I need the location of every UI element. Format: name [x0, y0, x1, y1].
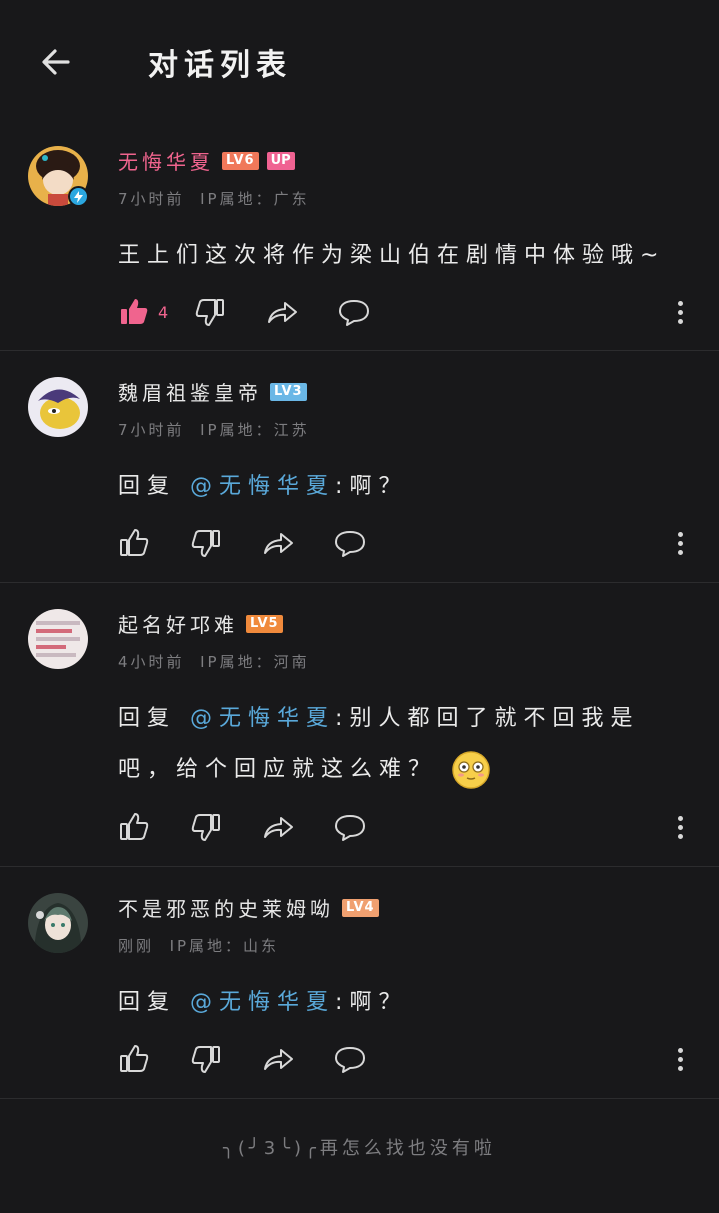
comment-content: 王上们这次将作为梁山伯在剧情中体验哦~: [118, 243, 666, 268]
comment-time: 7小时前: [118, 421, 185, 439]
comment-text: 回复 @无悔华夏:别人都回了就不回我是吧，给个回应就这么难？: [118, 693, 695, 795]
thumbs-up-filled-icon: [121, 299, 148, 324]
share-icon: [264, 1049, 293, 1070]
reply-button[interactable]: [336, 294, 372, 330]
share-icon: [264, 533, 293, 554]
comment-item: 起名好邛难 LV5 4小时前 IP属地：河南 回复 @无悔华夏:别人都回了就不回…: [0, 583, 719, 867]
ip-location: IP属地：山东: [169, 937, 280, 955]
dazed-face-emoji-icon: [452, 751, 490, 789]
comment-text: 回复 @无悔华夏:啊？: [118, 977, 689, 1028]
share-button[interactable]: [264, 294, 300, 330]
comment-time: 4小时前: [118, 653, 185, 671]
reply-prefix: 回复: [118, 474, 177, 499]
comment-bubble-icon: [335, 1047, 365, 1073]
comment-bubble-icon: [335, 815, 365, 841]
share-button[interactable]: [260, 1041, 296, 1077]
comment-content: :啊？: [335, 990, 408, 1015]
comment-time: 刚刚: [118, 937, 155, 955]
thumbs-down-icon: [191, 530, 220, 557]
level-badge: LV5: [246, 614, 283, 633]
mention-link[interactable]: @无悔华夏: [190, 706, 335, 731]
level-badge: LV6: [222, 151, 259, 170]
comment-time: 7小时前: [118, 190, 185, 208]
mention-link[interactable]: @无悔华夏: [190, 474, 335, 499]
reply-button[interactable]: [332, 809, 368, 845]
username[interactable]: 魏眉祖鉴皇帝: [118, 377, 262, 406]
comment-text: 王上们这次将作为梁山伯在剧情中体验哦~: [118, 230, 689, 281]
share-button[interactable]: [260, 525, 296, 561]
share-icon: [268, 302, 298, 323]
verified-badge-icon: [68, 186, 89, 207]
thumbs-down-icon: [195, 299, 225, 326]
avatar[interactable]: [28, 377, 88, 437]
reply-button[interactable]: [332, 525, 368, 561]
comment-item: 不是邪恶的史莱姆呦 LV4 刚刚 IP属地：山东 回复 @无悔华夏:啊？: [0, 867, 719, 1099]
ip-location: IP属地：河南: [200, 653, 310, 671]
arrow-left-icon: [42, 49, 70, 75]
reply-button[interactable]: [332, 1041, 368, 1077]
ip-location: IP属地：广东: [200, 190, 310, 208]
comment-bubble-icon: [339, 300, 370, 326]
back-button[interactable]: [30, 36, 82, 88]
username[interactable]: 不是邪恶的史莱姆呦: [118, 893, 334, 922]
comment-content: :啊？: [335, 474, 408, 499]
comment-item: 无悔华夏 LV6 UP 7小时前 IP属地：广东 王上们这次将作为梁山伯在剧情中…: [0, 124, 719, 351]
thumbs-up-icon: [120, 813, 149, 840]
thumbs-down-icon: [191, 1046, 220, 1073]
share-icon: [264, 817, 293, 838]
comment-bubble-icon: [335, 531, 365, 557]
like-button[interactable]: [116, 809, 152, 845]
comment-meta: 7小时前 IP属地：江苏: [118, 419, 310, 440]
end-of-list-text: ╮(╯3╰)╭再怎么找也没有啦: [223, 1138, 496, 1159]
like-button[interactable]: [116, 1041, 152, 1077]
comment-meta: 7小时前 IP属地：广东: [118, 188, 310, 209]
comment-text: 回复 @无悔华夏:啊？: [118, 461, 689, 512]
share-button[interactable]: [260, 809, 296, 845]
thumbs-up-icon: [120, 1045, 149, 1072]
comment-item: 魏眉祖鉴皇帝 LV3 7小时前 IP属地：江苏 回复 @无悔华夏:啊？: [0, 351, 719, 583]
like-button[interactable]: [116, 294, 152, 330]
page-title: 对话列表: [148, 48, 292, 83]
mention-link[interactable]: @无悔华夏: [190, 990, 335, 1015]
more-options-button[interactable]: [666, 809, 694, 845]
more-options-button[interactable]: [666, 1041, 694, 1077]
dislike-button[interactable]: [188, 809, 224, 845]
avatar[interactable]: [28, 893, 88, 953]
ip-location: IP属地：江苏: [200, 421, 310, 439]
more-options-button[interactable]: [666, 525, 694, 561]
like-count: 4: [158, 302, 169, 322]
reply-prefix: 回复: [118, 990, 177, 1015]
thumbs-down-icon: [191, 814, 220, 841]
up-badge: UP: [266, 151, 295, 170]
dislike-button[interactable]: [188, 525, 224, 561]
like-button[interactable]: [116, 525, 152, 561]
avatar[interactable]: [28, 609, 88, 669]
username[interactable]: 起名好邛难: [118, 609, 238, 638]
comment-meta: 4小时前 IP属地：河南: [118, 651, 310, 672]
header: 对话列表: [0, 0, 719, 124]
dislike-button[interactable]: [192, 294, 228, 330]
dislike-button[interactable]: [188, 1041, 224, 1077]
more-options-button[interactable]: [666, 294, 694, 330]
username[interactable]: 无悔华夏: [118, 146, 214, 175]
reply-prefix: 回复: [118, 706, 177, 731]
level-badge: LV3: [270, 382, 307, 401]
comment-meta: 刚刚 IP属地：山东: [118, 935, 279, 956]
thumbs-up-icon: [120, 529, 149, 556]
level-badge: LV4: [342, 898, 379, 917]
